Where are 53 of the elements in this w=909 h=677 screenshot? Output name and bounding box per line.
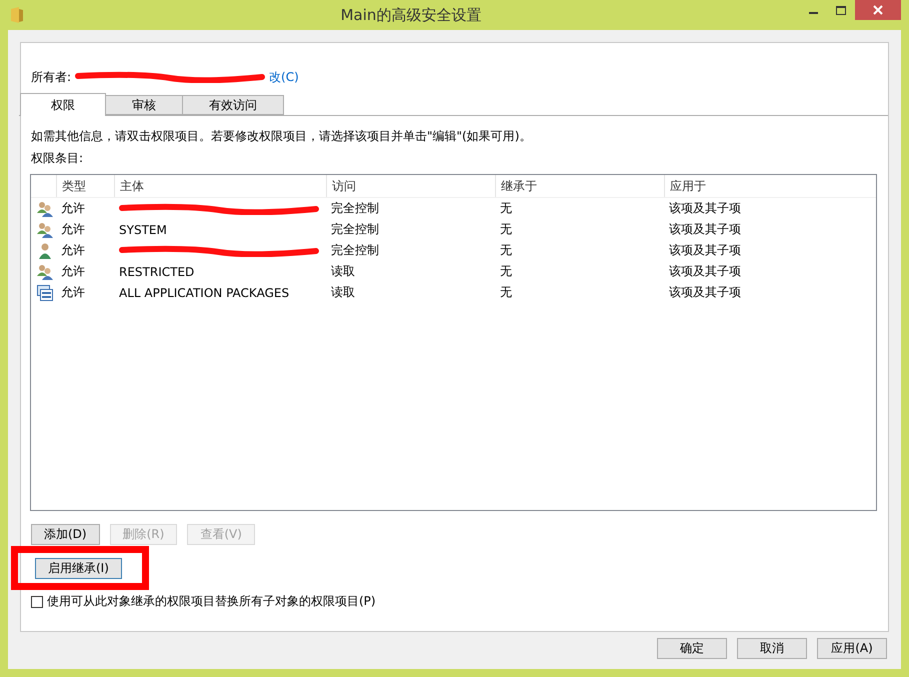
dialog-button[interactable]: 应用(A) bbox=[817, 638, 887, 659]
table-cell-text: 读取 bbox=[330, 284, 356, 301]
table-cell-text: 完全控制 bbox=[330, 200, 380, 217]
folder-icon bbox=[11, 7, 23, 23]
column-header[interactable]: 应用于 bbox=[664, 175, 876, 197]
entries-label: 权限条目: bbox=[31, 150, 84, 166]
window-title: Main的高级安全设置 bbox=[340, 6, 482, 24]
close-button[interactable] bbox=[855, 0, 901, 20]
user-group-icon bbox=[37, 222, 53, 238]
change-owner-link[interactable]: 改(C) bbox=[269, 68, 299, 86]
table-cell-text: ALL APPLICATION PACKAGES bbox=[118, 286, 290, 300]
close-icon bbox=[873, 5, 883, 15]
table-cell-text: 允许 bbox=[60, 263, 86, 280]
table-cell-text: SYSTEM bbox=[118, 222, 168, 236]
table-cell-text: 无 bbox=[499, 242, 513, 259]
table-cell-text: 允许 bbox=[60, 200, 86, 217]
enable-inheritance-button[interactable]: 启用继承(I) bbox=[35, 558, 122, 579]
table-cell-text: 无 bbox=[499, 263, 513, 280]
dialog-button[interactable]: 确定 bbox=[657, 638, 727, 659]
table-cell-text: 读取 bbox=[330, 263, 356, 280]
table-cell-text: 无 bbox=[499, 221, 513, 238]
table-cell-text: 该项及其子项 bbox=[668, 263, 742, 280]
table-cell-text: 完全控制 bbox=[330, 221, 380, 238]
table-cell-text: 该项及其子项 bbox=[668, 242, 742, 259]
table-cell-text: 该项及其子项 bbox=[668, 221, 742, 238]
application-icon bbox=[37, 284, 53, 300]
table-cell-text: 无 bbox=[499, 200, 513, 217]
table-cell-text: RESTRICTED bbox=[118, 264, 196, 278]
table-cell-text: 允许 bbox=[60, 221, 86, 238]
minimize-icon bbox=[808, 12, 818, 14]
owner-label: 所有者: bbox=[31, 68, 72, 86]
column-header[interactable]: 主体 bbox=[114, 175, 326, 197]
user-icon bbox=[38, 242, 52, 258]
maximize-icon bbox=[836, 6, 846, 14]
entry-button[interactable]: 添加(D) bbox=[31, 524, 100, 545]
tab[interactable]: 有效访问 bbox=[182, 95, 284, 115]
info-text: 如需其他信息，请双击权限项目。若要修改权限项目，请选择该项目并单击"编辑"(如果可用)。 bbox=[31, 128, 532, 144]
table-cell-text: 该项及其子项 bbox=[668, 200, 742, 217]
tab[interactable]: 审核 bbox=[105, 95, 183, 115]
table-cell-text: 允许 bbox=[60, 242, 86, 259]
tab[interactable]: 权限 bbox=[20, 93, 106, 116]
table-cell-text: 该项及其子项 bbox=[668, 284, 742, 301]
column-header[interactable]: 访问 bbox=[326, 175, 495, 197]
column-header[interactable]: 类型 bbox=[56, 175, 114, 197]
table-cell-text: 完全控制 bbox=[330, 242, 380, 259]
dialog-button[interactable]: 取消 bbox=[737, 638, 807, 659]
table-cell-text: 允许 bbox=[60, 284, 86, 301]
user-group-icon bbox=[37, 200, 53, 216]
checkbox-label: 使用可从此对象继承的权限项目替换所有子对象的权限项目(P) bbox=[47, 593, 376, 610]
column-header[interactable]: 继承于 bbox=[495, 175, 664, 197]
user-group-icon bbox=[37, 264, 53, 280]
checkbox[interactable] bbox=[31, 596, 43, 608]
table-cell-text: 无 bbox=[499, 284, 513, 301]
